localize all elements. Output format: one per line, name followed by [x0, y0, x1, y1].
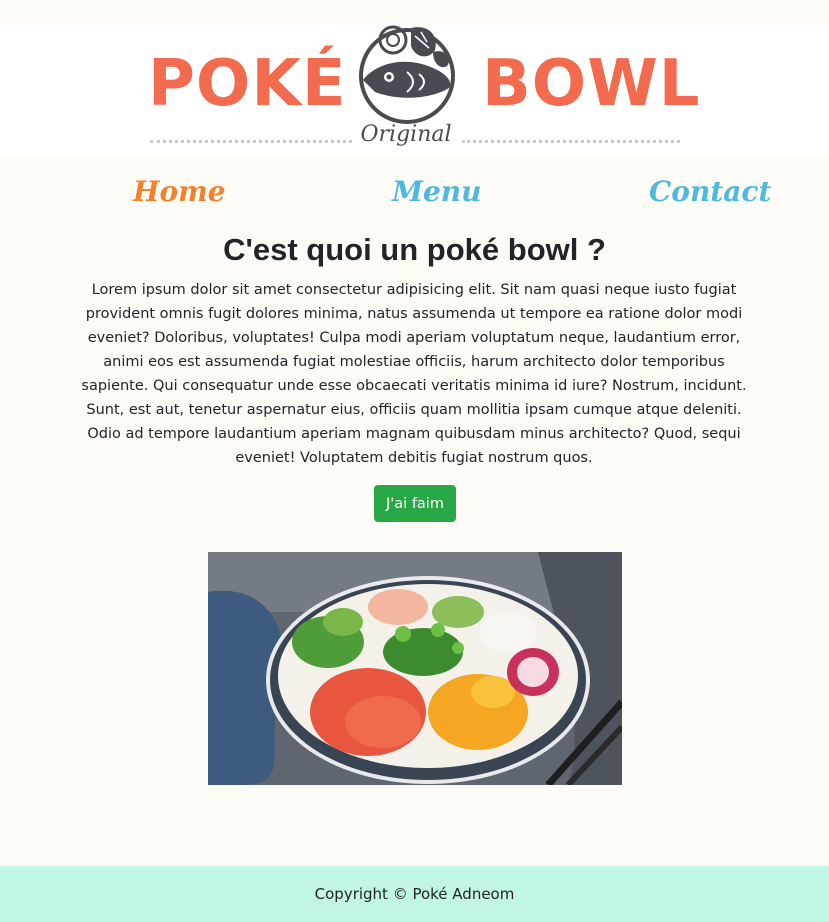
logo-word-right: BOWL	[482, 47, 701, 121]
nav-link-menu[interactable]: Menu	[392, 172, 482, 212]
site-footer: Copyright © Poké Adneom	[0, 866, 829, 922]
logo-divider-left	[150, 140, 352, 143]
nav-link-home[interactable]: Home	[133, 172, 226, 212]
nav-link-contact[interactable]: Contact	[649, 172, 771, 212]
logo-divider-right	[462, 140, 680, 143]
page-title: C'est quoi un poké bowl ?	[223, 232, 606, 267]
logo-subtitle: Original	[360, 122, 452, 147]
hungry-button[interactable]: J'ai faim	[374, 485, 456, 522]
fish-bowl-icon	[359, 25, 455, 124]
copyright-text: Copyright © Poké Adneom	[314, 885, 515, 903]
intro-paragraph: Lorem ipsum dolor sit amet consectetur a…	[81, 282, 747, 466]
logo-word-left: POKÉ	[148, 47, 347, 121]
poke-bowl-photo	[208, 552, 622, 785]
